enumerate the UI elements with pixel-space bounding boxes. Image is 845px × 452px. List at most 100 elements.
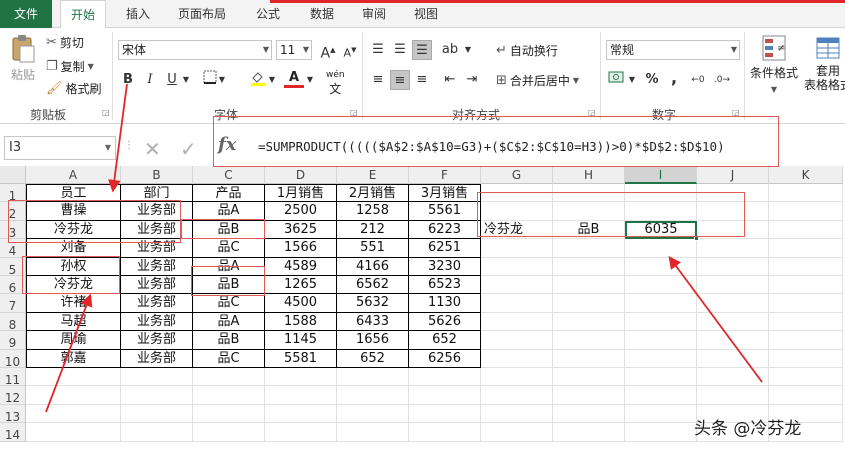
cell[interactable] xyxy=(553,257,625,276)
align-left-icon[interactable]: ≡ xyxy=(368,70,388,90)
column-header-j[interactable]: J xyxy=(697,166,769,184)
cell[interactable] xyxy=(625,423,697,442)
italic-button[interactable]: I xyxy=(140,70,160,90)
format-as-table-button[interactable]: 套用 表格格式 xyxy=(802,34,845,92)
row-header-7[interactable]: 7 xyxy=(0,294,26,313)
cell[interactable] xyxy=(553,276,625,295)
cell[interactable] xyxy=(265,404,337,424)
clipboard-launcher-icon[interactable]: ◲ xyxy=(102,108,110,117)
cell[interactable] xyxy=(553,349,625,368)
cell[interactable] xyxy=(553,368,625,387)
cell[interactable] xyxy=(337,386,409,405)
column-header-a[interactable]: A xyxy=(26,166,121,184)
cell[interactable] xyxy=(121,423,193,442)
row-header-9[interactable]: 9 xyxy=(0,331,26,350)
percent-button[interactable]: % xyxy=(642,70,662,90)
cell[interactable] xyxy=(553,312,625,332)
table-cell[interactable]: 品C xyxy=(193,349,265,368)
table-cell[interactable]: 品C xyxy=(193,239,265,258)
cell[interactable] xyxy=(481,331,553,350)
table-cell[interactable]: 3230 xyxy=(409,257,481,276)
cell[interactable] xyxy=(769,386,843,405)
column-header-e[interactable]: E xyxy=(337,166,409,184)
cell[interactable] xyxy=(481,312,553,332)
cell[interactable] xyxy=(481,294,553,313)
cell[interactable] xyxy=(625,312,697,332)
decrease-indent-icon[interactable]: ⇤ xyxy=(440,70,460,90)
bold-button[interactable]: B xyxy=(118,70,138,90)
cell[interactable] xyxy=(697,386,769,405)
cell[interactable] xyxy=(625,257,697,276)
cell[interactable] xyxy=(265,386,337,405)
table-cell[interactable]: 4589 xyxy=(265,257,337,276)
table-cell[interactable]: 212 xyxy=(337,220,409,240)
table-cell[interactable]: 业务部 xyxy=(121,312,193,332)
orientation-icon[interactable]: ab xyxy=(440,40,460,60)
table-cell[interactable]: 5561 xyxy=(409,202,481,221)
cell[interactable] xyxy=(265,423,337,442)
table-cell[interactable]: 652 xyxy=(337,349,409,368)
cell[interactable] xyxy=(193,386,265,405)
table-cell[interactable]: 5632 xyxy=(337,294,409,313)
cell[interactable] xyxy=(193,423,265,442)
font-color-icon[interactable]: A xyxy=(284,70,304,88)
cell[interactable] xyxy=(697,294,769,313)
decrease-decimal-icon[interactable]: .0→ xyxy=(712,70,732,90)
cell[interactable] xyxy=(769,184,843,203)
cell[interactable] xyxy=(697,331,769,350)
table-cell[interactable]: 郭嘉 xyxy=(26,349,121,368)
cell[interactable] xyxy=(769,202,843,221)
cell[interactable] xyxy=(409,404,481,424)
cell[interactable] xyxy=(697,239,769,258)
column-header-f[interactable]: F xyxy=(409,166,481,184)
row-header-10[interactable]: 10 xyxy=(0,349,26,369)
table-cell[interactable]: 4166 xyxy=(337,257,409,276)
cell[interactable] xyxy=(697,312,769,332)
merge-center-button[interactable]: ⊞ 合并后居中 ▼ xyxy=(496,72,579,89)
table-cell[interactable]: 1145 xyxy=(265,331,337,350)
cell[interactable] xyxy=(121,368,193,387)
fill-color-icon[interactable] xyxy=(248,70,268,90)
table-cell[interactable]: 1265 xyxy=(265,276,337,295)
increase-decimal-icon[interactable]: ←0 xyxy=(688,70,708,90)
table-header-cell[interactable]: 1月销售 xyxy=(265,184,337,203)
cell[interactable] xyxy=(337,423,409,442)
cell[interactable] xyxy=(769,368,843,387)
cell[interactable] xyxy=(193,404,265,424)
cell[interactable] xyxy=(553,386,625,405)
table-cell[interactable]: 业务部 xyxy=(121,257,193,276)
cell[interactable] xyxy=(409,368,481,387)
table-cell[interactable]: 5581 xyxy=(265,349,337,368)
table-cell[interactable]: 业务部 xyxy=(121,294,193,313)
cell[interactable] xyxy=(769,312,843,332)
cell[interactable] xyxy=(337,368,409,387)
cell[interactable] xyxy=(553,331,625,350)
row-header-14[interactable]: 14 xyxy=(0,423,26,442)
cell[interactable] xyxy=(625,368,697,387)
number-format-select[interactable]: 常规 ▼ xyxy=(606,40,740,60)
align-top-icon[interactable]: ☰ xyxy=(368,40,388,60)
table-header-cell[interactable]: 3月销售 xyxy=(409,184,481,203)
table-cell[interactable]: 4500 xyxy=(265,294,337,313)
cell[interactable] xyxy=(625,294,697,313)
align-middle-icon[interactable]: ☰ xyxy=(390,40,410,60)
cell[interactable] xyxy=(481,386,553,405)
column-header-k[interactable]: K xyxy=(769,166,843,184)
chevron-down-icon[interactable]: ▼ xyxy=(180,70,192,90)
cell[interactable] xyxy=(337,404,409,424)
table-cell[interactable]: 6256 xyxy=(409,349,481,368)
table-cell[interactable]: 652 xyxy=(409,331,481,350)
cell[interactable] xyxy=(625,331,697,350)
currency-icon[interactable] xyxy=(606,70,626,90)
tab-view[interactable]: 视图 xyxy=(404,0,448,28)
phonetic-button[interactable]: wén 文 xyxy=(326,70,345,97)
chevron-down-icon[interactable]: ▼ xyxy=(304,70,316,90)
tab-formulas[interactable]: 公式 xyxy=(246,0,290,28)
worksheet-grid[interactable]: A B C D E F G H I J K 1 2 3 4 5 6 7 8 9 10 11 12 13 14 员工 部门 产品 1月销售… xyxy=(0,83,845,452)
cell[interactable] xyxy=(265,368,337,387)
cell[interactable] xyxy=(481,404,553,424)
column-header-h[interactable]: H xyxy=(553,166,625,184)
cell[interactable] xyxy=(625,386,697,405)
cell[interactable] xyxy=(26,386,121,405)
row-header-12[interactable]: 12 xyxy=(0,386,26,405)
